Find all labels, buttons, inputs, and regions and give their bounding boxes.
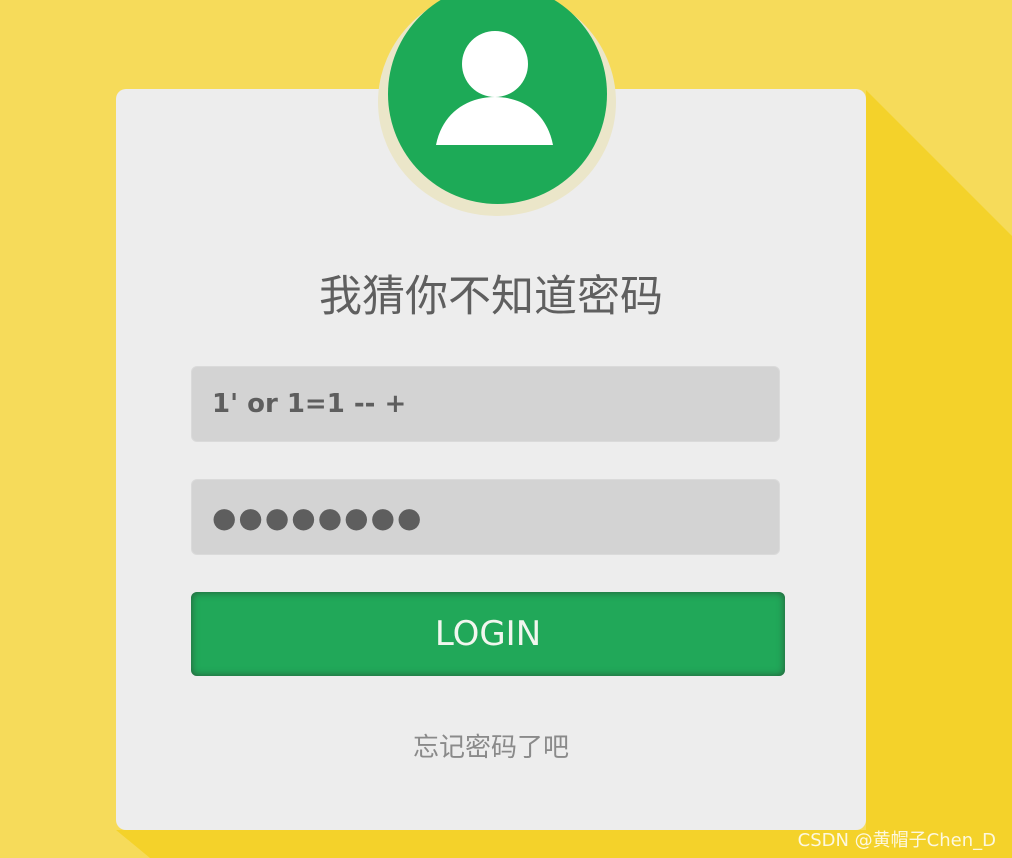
watermark: CSDN @黄帽子Chen_D — [797, 830, 996, 851]
username-field[interactable]: 1' or 1=1 -- + — [191, 366, 780, 442]
login-button[interactable]: LOGIN — [191, 592, 785, 676]
password-value: ●●●●●●●● — [212, 500, 424, 534]
user-icon — [436, 31, 553, 145]
password-field[interactable]: ●●●●●●●● — [191, 479, 780, 555]
login-button-label: LOGIN — [434, 614, 542, 654]
username-value: 1' or 1=1 -- + — [212, 389, 407, 419]
page-title: 我猜你不知道密码 — [319, 272, 663, 322]
forgot-password-link[interactable]: 忘记密码了吧 — [116, 727, 866, 764]
avatar — [388, 0, 607, 204]
